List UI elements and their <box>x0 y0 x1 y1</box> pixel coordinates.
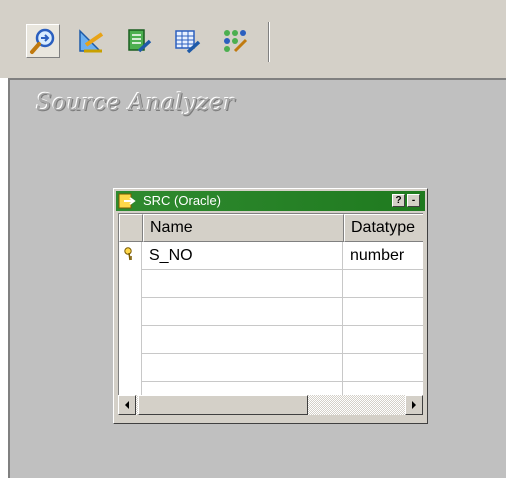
row-selector <box>119 242 142 270</box>
primary-key-icon <box>124 247 132 261</box>
row-selector <box>119 326 142 354</box>
column-datatype-cell[interactable] <box>344 298 423 326</box>
column-name-cell[interactable] <box>143 270 343 298</box>
mapplet-designer-button[interactable] <box>170 24 204 58</box>
column-datatype-cell[interactable]: number <box>344 242 423 270</box>
column-datatype-cell[interactable] <box>344 326 423 354</box>
columns-grid: Name Datatype S_NO number <box>118 213 423 395</box>
table-row[interactable] <box>119 382 423 395</box>
column-name-cell[interactable] <box>143 298 343 326</box>
mapping-designer-icon <box>224 30 248 53</box>
grid-header: Name Datatype <box>119 214 423 242</box>
column-datatype-cell[interactable] <box>344 270 423 298</box>
source-definition-window[interactable]: SRC (Oracle) ? - Name Datatype S_NO numb… <box>113 188 428 424</box>
tool-buttons-group <box>26 22 276 62</box>
table-row[interactable] <box>119 354 423 382</box>
column-name-cell[interactable] <box>143 382 343 395</box>
transformation-developer-icon <box>128 29 152 53</box>
row-selector <box>119 382 142 395</box>
designer-toolbar <box>0 0 506 78</box>
column-header-name[interactable]: Name <box>143 214 344 242</box>
row-selector <box>119 298 142 326</box>
toolbar-separator <box>268 22 270 62</box>
source-analyzer-icon <box>30 28 55 54</box>
table-row[interactable] <box>119 270 423 298</box>
scroll-thumb[interactable] <box>138 395 308 415</box>
table-row[interactable]: S_NO number <box>119 242 423 270</box>
workspace-title: Source Analyzer <box>36 90 235 116</box>
table-row[interactable] <box>119 326 423 354</box>
scroll-left-button[interactable] <box>118 395 136 415</box>
source-window-title: SRC (Oracle) <box>143 193 222 208</box>
arrow-left-icon <box>125 401 129 409</box>
column-datatype-cell[interactable] <box>344 354 423 382</box>
arrow-right-icon <box>412 401 416 409</box>
table-row[interactable] <box>119 298 423 326</box>
source-window-titlebar[interactable]: SRC (Oracle) ? - <box>116 191 425 211</box>
column-name-cell[interactable] <box>143 354 343 382</box>
help-button[interactable]: ? <box>392 194 405 207</box>
row-selector-header <box>119 214 143 242</box>
row-selector <box>119 354 142 382</box>
column-datatype-cell[interactable] <box>344 382 423 395</box>
transformation-developer-button[interactable] <box>122 24 156 58</box>
workspace-canvas[interactable]: Source Analyzer SRC (Oracle) ? - Name Da… <box>8 78 506 478</box>
column-header-datatype[interactable]: Datatype <box>344 214 423 242</box>
horizontal-scrollbar[interactable] <box>118 395 423 415</box>
source-analyzer-button[interactable] <box>26 24 60 58</box>
mapping-designer-button[interactable] <box>218 24 252 58</box>
minimize-button[interactable]: - <box>407 194 420 207</box>
column-name-cell[interactable] <box>143 326 343 354</box>
target-designer-icon <box>79 29 104 53</box>
mapplet-designer-icon <box>175 30 201 54</box>
target-designer-button[interactable] <box>74 24 108 58</box>
scroll-right-button[interactable] <box>405 395 423 415</box>
row-selector <box>119 270 142 298</box>
column-name-cell[interactable]: S_NO <box>143 242 343 270</box>
